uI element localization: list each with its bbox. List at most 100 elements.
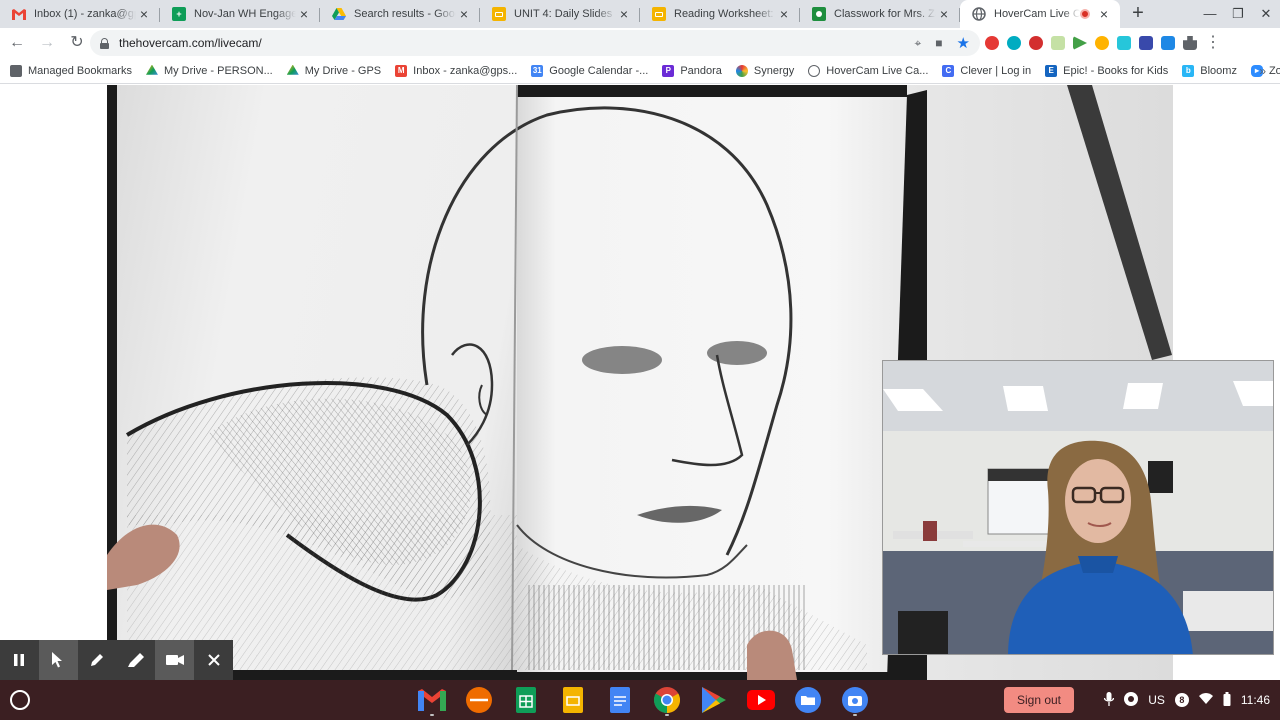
new-tab-button[interactable]: + [1124,0,1152,28]
extension-icon[interactable] [1051,36,1065,50]
browser-toolbar: ← → ↻ thehovercam.com/livecam/ ⌖ ■ ★ ⋮ [0,28,1280,58]
tab-reading-worksheet[interactable]: Reading Worksheet: U4 × [640,0,800,28]
drive-icon [332,7,346,21]
tab-title: UNIT 4: Daily Slides - Go [514,8,616,20]
bookmark-pandora[interactable]: P Pandora [662,64,722,77]
gmail-app-icon[interactable] [414,684,450,716]
extension-icon[interactable] [1095,36,1109,50]
bookmark-drive-personal[interactable]: My Drive - PERSON... [145,64,273,77]
tab-title: Nov-Jan WH Engagement [194,8,296,20]
slides-icon [652,7,666,21]
omnibox-actions: ⌖ ■ ★ [915,30,970,56]
classroom-icon [812,7,826,21]
bookmark-bloomz[interactable]: b Bloomz [1182,64,1237,77]
address-bar-url: thehovercam.com/livecam/ [119,36,262,50]
calendar-icon: 31 [531,64,544,77]
tab-gmail[interactable]: Inbox (1) - zanka@gpsm × [0,0,160,28]
files-app-icon[interactable] [790,684,826,716]
puzzle-icon[interactable] [1183,36,1197,50]
tab-drive-search[interactable]: Search results - Google × [320,0,480,28]
close-icon[interactable] [194,640,233,680]
extension-icon[interactable] [1073,36,1087,50]
bookmark-hovercam[interactable]: HoverCam Live Ca... [808,64,928,77]
input-locale: US [1148,693,1165,707]
extensions-area: ⋮ [985,30,1221,56]
window-close-icon[interactable]: ✕ [1252,0,1280,28]
annotation-toolbar [0,640,233,680]
tab-title: Search results - Google [354,8,456,20]
highlighter-icon[interactable] [116,640,155,680]
drive-icon [145,64,158,75]
back-arrow-icon[interactable]: ← [4,30,30,56]
chromeos-screen: Inbox (1) - zanka@gpsm × + Nov-Jan WH En… [0,0,1280,720]
extension-icon[interactable] [985,36,999,50]
microphone-icon[interactable] [1104,691,1115,709]
globe-icon [972,7,986,21]
camera-in-use-icon[interactable]: ■ [935,36,942,50]
sheets-icon: + [172,7,186,21]
bookmark-managed[interactable]: Managed Bookmarks [10,64,132,77]
more-vert-icon[interactable]: ⋮ [1205,35,1221,51]
gmail-icon [12,7,26,21]
reload-icon[interactable]: ↻ [64,30,90,56]
extension-icon[interactable] [1117,36,1131,50]
tab-title: Reading Worksheet: U4 [674,8,776,20]
notification-count-badge: 8 [1174,693,1189,707]
pie-app-icon[interactable] [461,684,497,716]
play-store-app-icon[interactable] [696,684,732,716]
bookmark-inbox[interactable]: M Inbox - zanka@gps... [395,64,517,77]
synergy-icon [735,64,748,77]
accessibility-icon[interactable] [1124,691,1139,709]
shelf-apps [414,684,873,716]
tab-close-icon[interactable]: × [456,6,472,22]
extension-icon[interactable] [1161,36,1175,50]
sign-out-button[interactable]: Sign out [1004,687,1074,713]
tab-close-icon[interactable]: × [616,6,632,22]
youtube-app-icon[interactable] [743,684,779,716]
forward-arrow-icon[interactable]: → [34,30,60,56]
pointer-icon[interactable] [38,640,78,680]
pen-icon[interactable] [78,640,117,680]
bookmark-synergy[interactable]: Synergy [735,64,794,77]
location-icon[interactable]: ⌖ [915,36,922,51]
bookmark-clever[interactable]: C Clever | Log in [942,64,1031,77]
camera-app-icon[interactable] [837,684,873,716]
tab-classwork[interactable]: Classwork for Mrs. Zanka × [800,0,960,28]
tab-close-icon[interactable]: × [1096,6,1112,22]
tab-close-icon[interactable]: × [296,6,312,22]
chromeos-shelf: Sign out US 8 11:46 [0,680,1280,720]
bookmark-calendar[interactable]: 31 Google Calendar -... [531,64,648,77]
extension-icon[interactable] [1139,36,1153,50]
webcam-video-feed [883,361,1273,654]
bloomz-icon: b [1182,64,1195,77]
pause-icon[interactable] [0,640,39,680]
extension-icon[interactable] [1007,36,1021,50]
chrome-app-icon[interactable] [649,684,685,716]
extension-icon[interactable] [1029,36,1043,50]
tab-slides-unit4[interactable]: UNIT 4: Daily Slides - Go × [480,0,640,28]
tab-strip: Inbox (1) - zanka@gpsm × + Nov-Jan WH En… [0,0,1280,28]
camera-icon[interactable] [155,640,195,680]
bookmarks-bar: Managed Bookmarks My Drive - PERSON... M… [0,58,1280,84]
bookmark-star-icon[interactable]: ★ [957,34,970,52]
tab-close-icon[interactable]: × [136,6,152,22]
sheets-app-icon[interactable] [508,684,544,716]
tab-close-icon[interactable]: × [776,6,792,22]
minimize-icon[interactable]: — [1196,0,1224,28]
launcher-icon[interactable] [10,690,30,710]
tab-title: Inbox (1) - zanka@gpsm [34,8,136,20]
restore-icon[interactable]: ❐ [1224,0,1252,28]
page-content [0,85,1280,680]
bookmark-epic[interactable]: E Epic! - Books for Kids [1045,64,1168,77]
bookmark-drive-gps[interactable]: My Drive - GPS [286,64,381,77]
bookmarks-overflow-icon[interactable]: » [1259,64,1266,78]
webcam-pip[interactable] [882,360,1274,655]
tab-sheets[interactable]: + Nov-Jan WH Engagement × [160,0,320,28]
tab-hovercam[interactable]: HoverCam Live Cam × [960,0,1120,28]
docs-app-icon[interactable] [602,684,638,716]
pandora-icon: P [662,64,675,77]
address-bar[interactable]: thehovercam.com/livecam/ ⌖ ■ ★ [90,30,980,56]
status-tray[interactable]: US 8 11:46 [1104,680,1270,720]
tab-close-icon[interactable]: × [936,6,952,22]
slides-app-icon[interactable] [555,684,591,716]
